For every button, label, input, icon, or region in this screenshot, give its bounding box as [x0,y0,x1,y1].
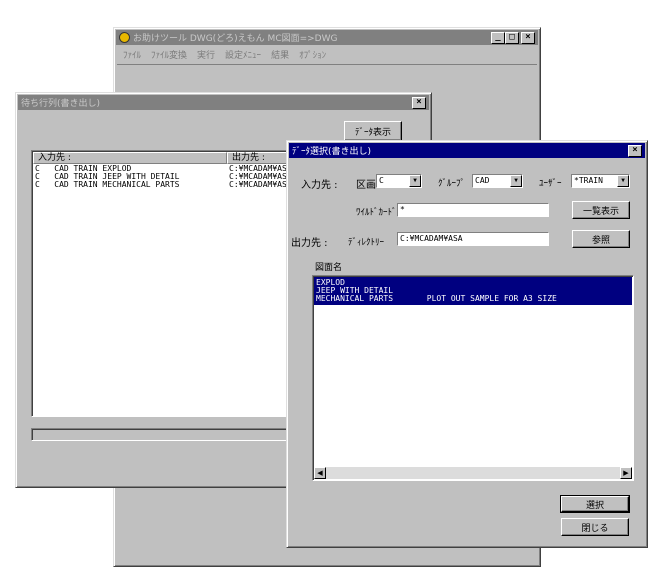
minimize-button[interactable]: _ [491,32,505,44]
row-output: C:¥MCADAM¥ASA [229,180,292,189]
chevron-down-icon[interactable]: ▼ [510,175,522,187]
drawing-value: C [379,176,384,185]
col-header-input[interactable]: 入力先 : [33,152,227,164]
directory-value: C:¥MCADAM¥ASA [400,234,463,243]
menu-results[interactable]: 結果 [271,48,289,61]
wildcard-input[interactable]: * [397,203,549,217]
user-combo[interactable]: *TRAIN ▼ [571,174,630,188]
group-label: ｸﾞﾙｰﾌﾟ [438,179,466,189]
list-item[interactable]: MECHANICAL PARTS PLOT OUT SAMPLE FOR A3 … [316,295,557,303]
input-label: 入力先 : [301,180,338,191]
wildcard-value: * [400,205,405,214]
main-title: お助けツール DWG(どろ)えもん MC図面=>DWG [133,34,338,44]
select-close-button[interactable]: × [628,145,642,157]
directory-label: ﾃﾞｨﾚｸﾄﾘｰ [348,238,385,248]
output-label: 出力先 : [291,238,328,249]
horizontal-scrollbar[interactable]: ◀ ▶ [314,467,632,479]
menu-file[interactable]: ﾌｧｲﾙ [123,48,141,61]
close-button[interactable]: × [521,32,535,44]
user-value: *TRAIN [574,176,603,185]
group-value: CAD [475,176,490,185]
drawing-label: 区画 [356,180,376,191]
wildcard-label: ﾜｲﾙﾄﾞｶｰﾄﾞ [356,208,397,218]
row-input: C CAD TRAIN MECHANICAL PARTS [35,180,180,189]
maximize-button[interactable]: □ [505,32,519,44]
scroll-right-icon[interactable]: ▶ [620,467,632,479]
menu-run[interactable]: 実行 [197,48,215,61]
list-display-button[interactable]: 一覧表示 [572,201,630,219]
scroll-left-icon[interactable]: ◀ [314,467,326,479]
chevron-down-icon[interactable]: ▼ [617,175,629,187]
main-menu-bar: ﾌｧｲﾙ ﾌｧｲﾙ変換 実行 設定ﾒﾆｭｰ 結果 ｵﾌﾟｼｮﾝ [117,46,537,62]
queue-title: 待ち行列(書き出し) [21,99,101,109]
queue-title-bar[interactable]: 待ち行列(書き出し) × [18,95,429,110]
drawing-combo[interactable]: C ▼ [376,174,422,188]
drawing-list[interactable]: EXPLOD JEEP WITH DETAIL MECHANICAL PARTS… [312,275,634,481]
select-dialog: ﾃﾞｰﾀ選択(書き出し) × 入力先 : 区画 C ▼ ｸﾞﾙｰﾌﾟ CAD ▼… [286,140,648,548]
data-display-button[interactable]: ﾃﾞｰﾀ表示 [344,121,402,141]
app-icon [119,32,130,43]
menu-settings[interactable]: 設定ﾒﾆｭｰ [225,48,261,61]
group-combo[interactable]: CAD ▼ [472,174,523,188]
chevron-down-icon[interactable]: ▼ [409,175,421,187]
directory-input[interactable]: C:¥MCADAM¥ASA [397,232,549,246]
main-title-bar[interactable]: お助けツール DWG(どろ)えもん MC図面=>DWG _ □ × [116,30,538,45]
drawing-name-label: 図面名 [315,263,343,273]
close-dialog-button[interactable]: 閉じる [561,518,629,536]
browse-button[interactable]: 参照 [572,230,630,248]
select-title-bar[interactable]: ﾃﾞｰﾀ選択(書き出し) × [289,143,645,158]
menu-options[interactable]: ｵﾌﾟｼｮﾝ [299,48,326,61]
user-label: ﾕｰｻﾞｰ [539,179,562,189]
queue-close-button[interactable]: × [412,97,426,109]
select-button[interactable]: 選択 [560,495,630,513]
menu-file-convert[interactable]: ﾌｧｲﾙ変換 [151,48,187,61]
select-title: ﾃﾞｰﾀ選択(書き出し) [292,147,372,157]
